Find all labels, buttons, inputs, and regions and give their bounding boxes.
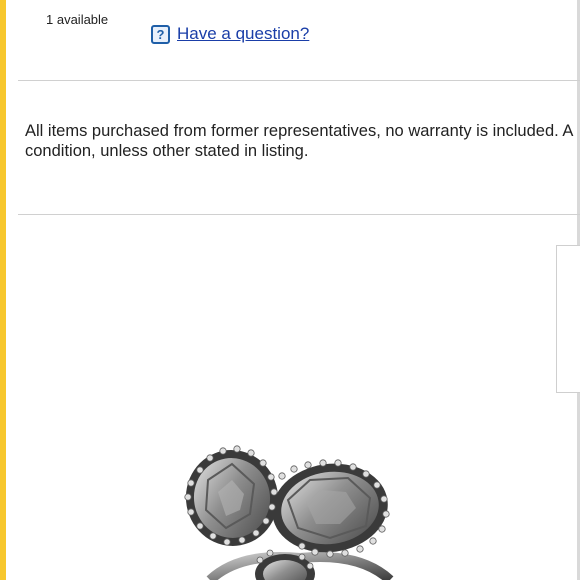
left-accent-bar bbox=[0, 0, 6, 580]
have-a-question-link[interactable]: Have a question? bbox=[177, 24, 309, 44]
question-row[interactable]: ? Have a question? bbox=[151, 24, 309, 44]
warranty-notice: All items purchased from former represen… bbox=[25, 121, 580, 161]
divider-bottom bbox=[18, 214, 580, 215]
ring-product-image bbox=[184, 445, 394, 580]
notice-line-2: condition, unless other stated in listin… bbox=[25, 142, 309, 160]
divider-top bbox=[18, 80, 580, 81]
notice-line-1: All items purchased from former represen… bbox=[25, 122, 574, 140]
question-mark-icon[interactable]: ? bbox=[151, 24, 170, 44]
side-panel-box bbox=[556, 245, 580, 393]
availability-text: 1 available bbox=[46, 12, 109, 27]
